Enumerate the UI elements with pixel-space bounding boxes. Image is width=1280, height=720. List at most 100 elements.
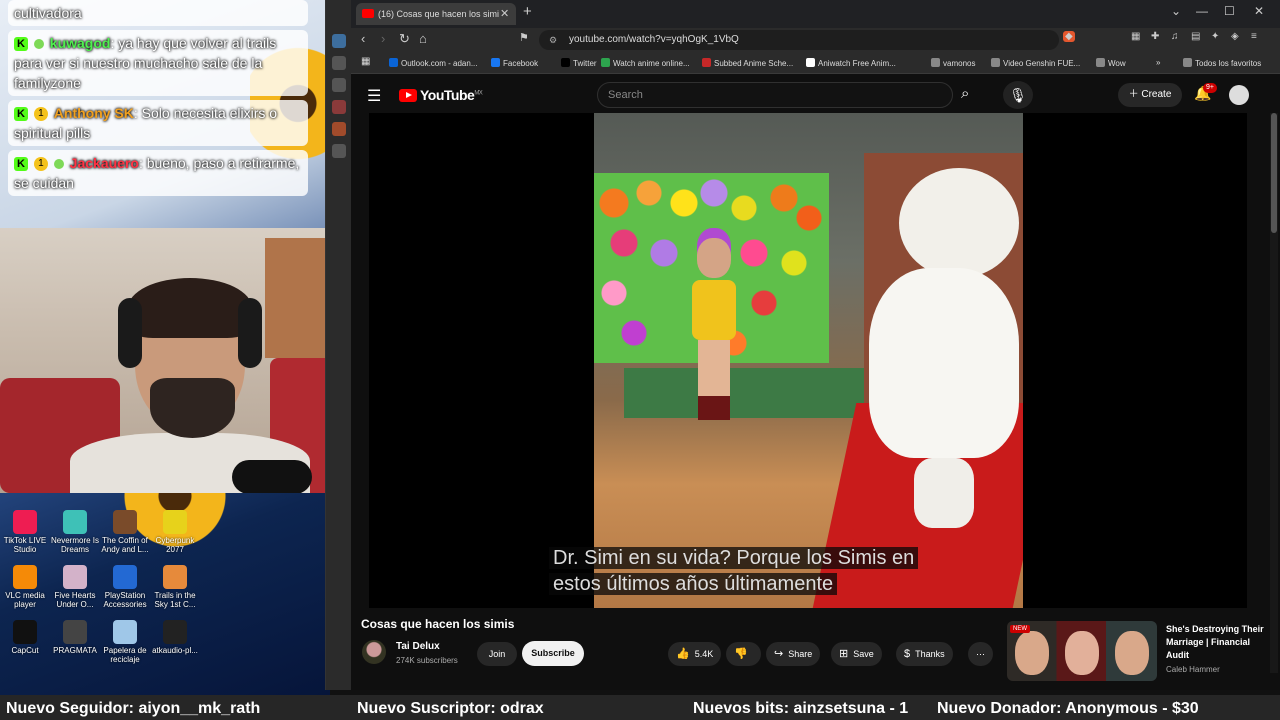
reload-icon[interactable]: ↻ bbox=[399, 31, 410, 47]
bookmark-item[interactable]: vamonos bbox=[931, 58, 975, 68]
bookmark-item[interactable]: Video Genshin FUE... bbox=[991, 58, 1080, 68]
bookmark-favicon-icon bbox=[991, 58, 1000, 67]
voice-search-icon[interactable]: 🎙 bbox=[1003, 81, 1033, 109]
recommended-thumbnail[interactable]: NEW bbox=[1007, 621, 1157, 681]
navigation-bar: ‹ › ↻ ⌂ ⚑ ⚙ youtube.com/watch?v=yqhOgK_1… bbox=[351, 28, 1280, 52]
bookmark-item[interactable]: Aniwatch Free Anim... bbox=[806, 58, 896, 68]
thanks-icon: $ bbox=[904, 648, 911, 660]
hamburger-menu-icon[interactable]: ☰ bbox=[367, 86, 381, 106]
gift-badge-icon bbox=[33, 39, 44, 50]
apps-grid-icon[interactable]: ▦ bbox=[361, 56, 370, 67]
new-follower-alert: Nuevo Seguidor: aiyon__mk_rath bbox=[6, 700, 261, 717]
all-bookmarks-link[interactable]: Todos los favoritos bbox=[1183, 58, 1261, 68]
youtube-logo[interactable]: YouTubeMX bbox=[399, 87, 483, 103]
maximize-button[interactable]: ☐ bbox=[1224, 4, 1235, 18]
brave-shield-icon[interactable]: ◆ bbox=[1063, 31, 1075, 42]
vpn-icon[interactable]: ◈ bbox=[1231, 31, 1239, 42]
dislike-button[interactable]: 👎 bbox=[726, 642, 761, 666]
search-icon[interactable]: ⌕ bbox=[961, 85, 969, 102]
desktop-icon[interactable]: CapCut bbox=[0, 620, 50, 655]
sidebar-app-icon[interactable] bbox=[331, 122, 346, 136]
desktop-icon[interactable]: VLC media player bbox=[0, 565, 50, 609]
app-icon bbox=[13, 510, 37, 534]
bookmark-label: Subbed Anime Sche... bbox=[714, 59, 794, 68]
tab-close-icon[interactable]: ✕ bbox=[500, 3, 514, 25]
close-window-button[interactable]: ✕ bbox=[1254, 4, 1264, 18]
app-icon bbox=[63, 510, 87, 534]
recommended-video[interactable]: NEW She's Destroying Their Marriage | Fi… bbox=[1007, 621, 1271, 683]
desktop-icon[interactable]: Papelera de reciclaje bbox=[100, 620, 150, 664]
back-arrow-icon[interactable]: ‹ bbox=[361, 31, 365, 46]
chat-message: cultivadora bbox=[8, 0, 308, 26]
extensions-icon[interactable]: ▦ bbox=[1131, 31, 1140, 42]
new-tab-button[interactable]: + bbox=[523, 3, 532, 20]
share-button[interactable]: ↪ Share bbox=[766, 642, 821, 666]
leo-ai-icon[interactable]: ✦ bbox=[1211, 31, 1219, 42]
streamer-beard bbox=[150, 378, 235, 438]
tab-youtube[interactable]: (16) Cosas que hacen los simi bbox=[356, 3, 516, 25]
minimize-button[interactable]: — bbox=[1196, 4, 1208, 18]
sidebar-app-icon[interactable] bbox=[331, 144, 346, 158]
app-icon bbox=[113, 565, 137, 589]
create-label: Create bbox=[1141, 89, 1172, 100]
bookmark-favicon-icon bbox=[601, 58, 610, 67]
menu-icon[interactable]: ≡ bbox=[1251, 31, 1257, 42]
desktop-icon-label: PlayStation Accessories bbox=[103, 591, 147, 609]
puzzle-icon[interactable]: ✚ bbox=[1151, 31, 1159, 42]
video-player[interactable]: Dr. Simi en su vida? Porque los Simis en… bbox=[369, 113, 1247, 608]
bookmark-item[interactable]: Watch anime online... bbox=[601, 58, 690, 68]
sidebar-icon[interactable]: ▤ bbox=[1191, 31, 1200, 42]
join-button[interactable]: Join bbox=[477, 642, 517, 666]
chat-message: K kuwagod: ya hay que volver al trails p… bbox=[8, 30, 308, 96]
desktop-icon[interactable]: Trails in the Sky 1st C... bbox=[150, 565, 200, 609]
account-avatar[interactable] bbox=[1229, 85, 1249, 105]
sidebar-app-icon[interactable] bbox=[331, 34, 346, 48]
youtube-play-icon bbox=[399, 89, 417, 102]
desktop-icon[interactable]: TikTok LIVE Studio bbox=[0, 510, 50, 554]
character-legs bbox=[698, 340, 730, 420]
desktop-icon-label: Five Hearts Under O... bbox=[54, 591, 96, 609]
bookmark-item[interactable]: Subbed Anime Sche... bbox=[702, 58, 793, 68]
bookmark-favicon-icon bbox=[491, 58, 500, 67]
desktop-icon[interactable]: The Coffin of Andy and L... bbox=[100, 510, 150, 554]
sidebar-app-icon[interactable] bbox=[331, 100, 346, 114]
sidebar-app-icon[interactable] bbox=[331, 56, 346, 70]
save-bookmark-icon: ⊞ bbox=[839, 648, 849, 660]
desktop-icon[interactable]: PRAGMATA bbox=[50, 620, 100, 655]
more-actions-button[interactable]: ⋯ bbox=[968, 642, 993, 666]
desktop-icon[interactable]: atkaudio-pl... bbox=[150, 620, 200, 655]
kick-badge-icon: K bbox=[14, 107, 28, 122]
forward-arrow-icon[interactable]: › bbox=[381, 31, 385, 46]
channel-avatar[interactable] bbox=[362, 640, 386, 664]
bookmark-item[interactable]: Facebook bbox=[491, 58, 538, 68]
sidebar-app-icon[interactable] bbox=[331, 78, 346, 92]
thanks-button[interactable]: $ Thanks bbox=[896, 642, 953, 666]
bookmark-favicon-icon bbox=[389, 58, 398, 67]
bookmark-item[interactable]: Outlook.com - adan... bbox=[389, 58, 477, 68]
tab-search-icon[interactable]: ⌄ bbox=[1171, 4, 1181, 18]
webcam-feed bbox=[0, 228, 355, 493]
desktop-icon[interactable]: Five Hearts Under O... bbox=[50, 565, 100, 609]
desktop-icon[interactable]: PlayStation Accessories bbox=[100, 565, 150, 609]
bookmark-item[interactable]: Twitter bbox=[561, 58, 597, 68]
search-input[interactable]: Search bbox=[597, 82, 953, 108]
app-icon bbox=[13, 565, 37, 589]
desktop-icon[interactable]: Nevermore Is Dreams bbox=[50, 510, 100, 554]
music-icon[interactable]: ♫ bbox=[1171, 31, 1179, 42]
create-button[interactable]: ＋ Create bbox=[1118, 83, 1182, 107]
home-icon[interactable]: ⌂ bbox=[419, 31, 427, 46]
scrollbar-thumb[interactable] bbox=[1271, 113, 1277, 233]
recommended-title[interactable]: She's Destroying Their Marriage | Financ… bbox=[1166, 623, 1266, 662]
recommended-channel: Caleb Hammer bbox=[1166, 665, 1220, 674]
page-scrollbar[interactable] bbox=[1270, 113, 1278, 673]
bookmarks-overflow-icon[interactable]: » bbox=[1156, 58, 1160, 67]
bookmark-icon[interactable]: ⚑ bbox=[519, 31, 529, 44]
subscribe-button[interactable]: Subscribe bbox=[522, 641, 584, 666]
bookmark-item[interactable]: Wow bbox=[1096, 58, 1126, 68]
like-button[interactable]: 👍 5.4K bbox=[668, 642, 722, 666]
channel-name[interactable]: Tai Delux bbox=[396, 641, 440, 652]
save-button[interactable]: ⊞ Save bbox=[831, 642, 882, 666]
desktop-icon[interactable]: Cyberpunk 2077 bbox=[150, 510, 200, 554]
address-bar[interactable]: ⚙ youtube.com/watch?v=yqhOgK_1VbQ bbox=[539, 30, 1059, 50]
browser-sidebar bbox=[326, 0, 351, 690]
